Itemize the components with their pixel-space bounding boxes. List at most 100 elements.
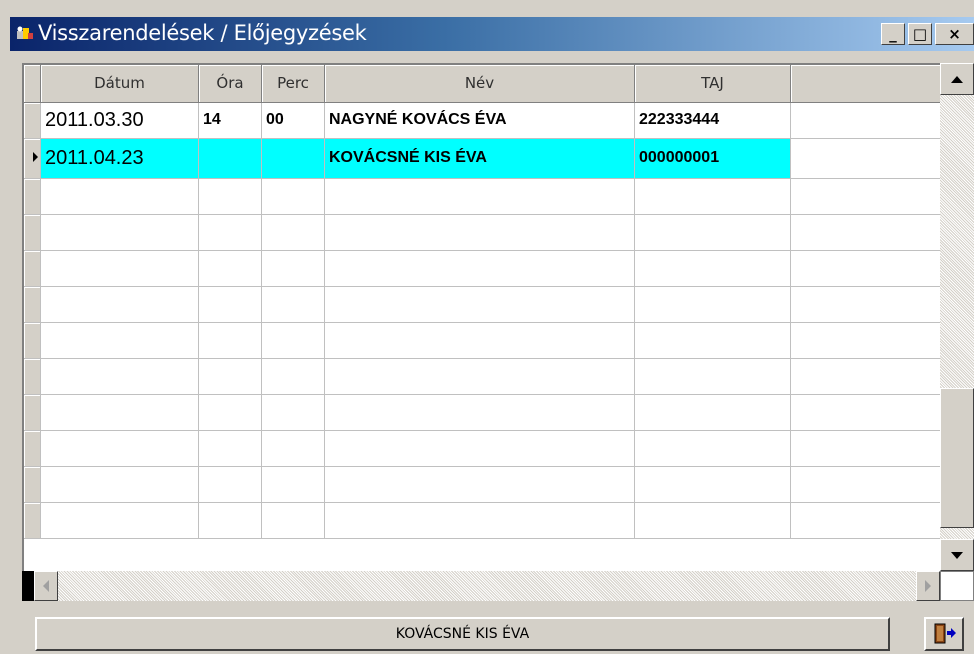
cell-perc[interactable]: 00 <box>261 102 325 139</box>
empty-cell[interactable] <box>324 250 635 287</box>
row-indicator-cell[interactable] <box>24 466 41 503</box>
empty-row[interactable] <box>24 358 942 395</box>
empty-cell[interactable] <box>40 394 199 431</box>
cell-perc[interactable] <box>261 138 325 179</box>
cell-datum[interactable]: 2011.04.23 <box>40 138 199 179</box>
empty-cell[interactable] <box>40 358 199 395</box>
empty-cell[interactable] <box>790 466 942 503</box>
empty-cell[interactable] <box>790 430 942 467</box>
empty-cell[interactable] <box>261 178 325 215</box>
empty-cell[interactable] <box>40 430 199 467</box>
column-header-extra[interactable] <box>790 65 942 103</box>
row-indicator-cell[interactable] <box>24 502 41 539</box>
empty-row[interactable] <box>24 178 942 215</box>
empty-cell[interactable] <box>790 250 942 287</box>
empty-row[interactable] <box>24 466 942 503</box>
empty-cell[interactable] <box>40 286 199 323</box>
empty-row[interactable] <box>24 286 942 323</box>
row-indicator-cell[interactable] <box>24 394 41 431</box>
empty-cell[interactable] <box>198 178 262 215</box>
column-header-perc[interactable]: Perc <box>261 65 325 103</box>
empty-cell[interactable] <box>261 322 325 359</box>
empty-cell[interactable] <box>198 430 262 467</box>
empty-cell[interactable] <box>40 250 199 287</box>
empty-cell[interactable] <box>790 322 942 359</box>
empty-cell[interactable] <box>634 178 791 215</box>
empty-cell[interactable] <box>324 430 635 467</box>
row-indicator-cell[interactable] <box>24 430 41 467</box>
cell-nev[interactable]: NAGYNÉ KOVÁCS ÉVA <box>324 102 635 139</box>
empty-cell[interactable] <box>198 214 262 251</box>
empty-cell[interactable] <box>198 466 262 503</box>
column-header-datum[interactable]: Dátum <box>40 65 199 103</box>
empty-cell[interactable] <box>324 394 635 431</box>
empty-cell[interactable] <box>790 358 942 395</box>
table-row[interactable]: 2011.04.23 KOVÁCSNÉ KIS ÉVA 000000001 <box>24 138 942 179</box>
column-header-taj[interactable]: TAJ <box>634 65 791 103</box>
empty-cell[interactable] <box>198 358 262 395</box>
empty-cell[interactable] <box>634 250 791 287</box>
row-indicator-cell[interactable] <box>24 102 41 139</box>
horizontal-scrollbar[interactable] <box>34 571 940 601</box>
empty-cell[interactable] <box>634 466 791 503</box>
empty-cell[interactable] <box>634 394 791 431</box>
empty-cell[interactable] <box>790 214 942 251</box>
data-grid[interactable]: Dátum Óra Perc Név TAJ 2011.03.30 14 00 NAG… <box>22 63 974 595</box>
empty-row[interactable] <box>24 394 942 431</box>
scroll-left-button[interactable] <box>34 571 58 601</box>
empty-cell[interactable] <box>324 322 635 359</box>
cell-taj[interactable]: 000000001 <box>634 138 791 179</box>
empty-cell[interactable] <box>634 286 791 323</box>
cell-datum[interactable]: 2011.03.30 <box>40 102 199 139</box>
empty-cell[interactable] <box>198 322 262 359</box>
vertical-scroll-thumb[interactable] <box>940 388 974 528</box>
empty-cell[interactable] <box>261 430 325 467</box>
cell-taj[interactable]: 222333444 <box>634 102 791 139</box>
empty-row[interactable] <box>24 214 942 251</box>
minimize-button[interactable]: _ <box>881 23 905 45</box>
empty-cell[interactable] <box>324 178 635 215</box>
scroll-down-button[interactable] <box>940 539 974 571</box>
column-header-nev[interactable]: Név <box>324 65 635 103</box>
empty-cell[interactable] <box>198 250 262 287</box>
empty-row[interactable] <box>24 430 942 467</box>
vertical-scrollbar[interactable] <box>940 63 974 571</box>
empty-cell[interactable] <box>40 466 199 503</box>
empty-cell[interactable] <box>198 286 262 323</box>
empty-cell[interactable] <box>261 250 325 287</box>
empty-cell[interactable] <box>634 214 791 251</box>
cell-ora[interactable]: 14 <box>198 102 262 139</box>
row-indicator-cell[interactable] <box>24 250 41 287</box>
empty-cell[interactable] <box>261 394 325 431</box>
maximize-button[interactable]: □ <box>908 23 932 45</box>
empty-row[interactable] <box>24 502 942 539</box>
close-button[interactable]: × <box>935 23 974 45</box>
empty-cell[interactable] <box>324 466 635 503</box>
empty-cell[interactable] <box>790 102 942 139</box>
empty-cell[interactable] <box>790 286 942 323</box>
row-indicator-cell[interactable] <box>24 178 41 215</box>
column-header-ora[interactable]: Óra <box>198 65 262 103</box>
empty-cell[interactable] <box>261 286 325 323</box>
empty-cell[interactable] <box>790 394 942 431</box>
row-indicator-cell[interactable] <box>24 322 41 359</box>
title-bar[interactable]: Visszarendelések / Előjegyzések <box>10 17 974 51</box>
empty-cell[interactable] <box>324 214 635 251</box>
row-indicator-cell[interactable] <box>24 214 41 251</box>
empty-cell[interactable] <box>261 214 325 251</box>
empty-cell[interactable] <box>634 358 791 395</box>
empty-cell[interactable] <box>198 394 262 431</box>
empty-cell[interactable] <box>40 322 199 359</box>
empty-row[interactable] <box>24 250 942 287</box>
row-indicator-cell[interactable] <box>24 358 41 395</box>
row-indicator-cell[interactable] <box>24 286 41 323</box>
empty-cell[interactable] <box>634 322 791 359</box>
cell-ora[interactable] <box>198 138 262 179</box>
cell-nev[interactable]: KOVÁCSNÉ KIS ÉVA <box>324 138 635 179</box>
empty-cell[interactable] <box>634 430 791 467</box>
empty-row[interactable] <box>24 322 942 359</box>
empty-cell[interactable] <box>261 502 325 539</box>
empty-cell[interactable] <box>790 138 942 179</box>
empty-cell[interactable] <box>634 502 791 539</box>
row-indicator-cell[interactable] <box>24 138 41 179</box>
